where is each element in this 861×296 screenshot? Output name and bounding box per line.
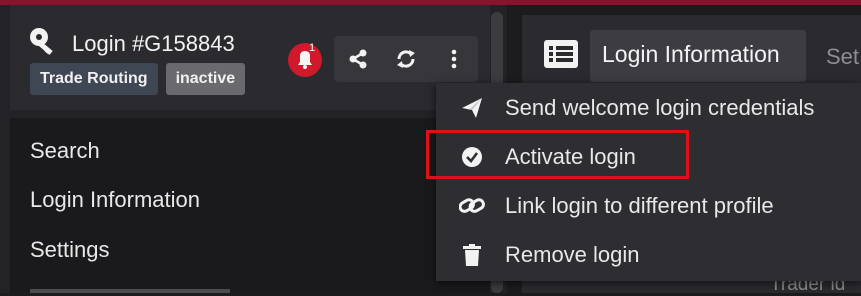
sidebar-item-clipped <box>30 285 250 293</box>
sidebar-item-search[interactable]: Search <box>30 138 100 164</box>
trade-routing-badge: Trade Routing <box>30 63 158 95</box>
share-button[interactable] <box>334 36 382 82</box>
status-badge: inactive <box>165 63 246 95</box>
notification-count: 1 <box>309 42 316 54</box>
refresh-icon <box>397 50 415 68</box>
sidebar-item-settings[interactable]: Settings <box>30 237 110 263</box>
trash-icon <box>459 242 485 268</box>
menu-item-label: Link login to different profile <box>505 192 774 218</box>
list-icon <box>544 40 578 73</box>
tab-settings[interactable]: Set <box>826 44 859 70</box>
highlight-box <box>426 130 689 179</box>
status-badges: Trade Routing inactive <box>30 63 246 95</box>
menu-item-remove-login[interactable]: Remove login <box>436 230 861 279</box>
more-options-menu: Send welcome login credentials Activate … <box>436 83 861 281</box>
header-toolbar <box>334 36 478 82</box>
more-options-button[interactable] <box>430 36 478 82</box>
more-vertical-icon <box>451 49 457 69</box>
menu-item-label: Remove login <box>505 241 640 267</box>
refresh-button[interactable] <box>382 36 430 82</box>
link-icon <box>459 193 485 219</box>
menu-item-send-welcome[interactable]: Send welcome login credentials <box>436 83 861 132</box>
notification-button[interactable]: 1 <box>288 40 322 78</box>
sidebar-nav: Search Login Information Settings <box>10 118 490 293</box>
menu-item-link-login[interactable]: Link login to different profile <box>436 181 861 230</box>
menu-item-label: Send welcome login credentials <box>505 94 815 120</box>
share-icon <box>349 49 367 69</box>
bell-icon <box>288 43 322 77</box>
title-row: Login #G158843 <box>28 26 235 61</box>
tab-login-information-label: Login Information <box>602 41 780 67</box>
paper-plane-icon <box>459 95 485 121</box>
key-icon <box>28 26 62 61</box>
sidebar-item-login-information[interactable]: Login Information <box>30 187 200 213</box>
page-title: Login #G158843 <box>72 30 235 56</box>
